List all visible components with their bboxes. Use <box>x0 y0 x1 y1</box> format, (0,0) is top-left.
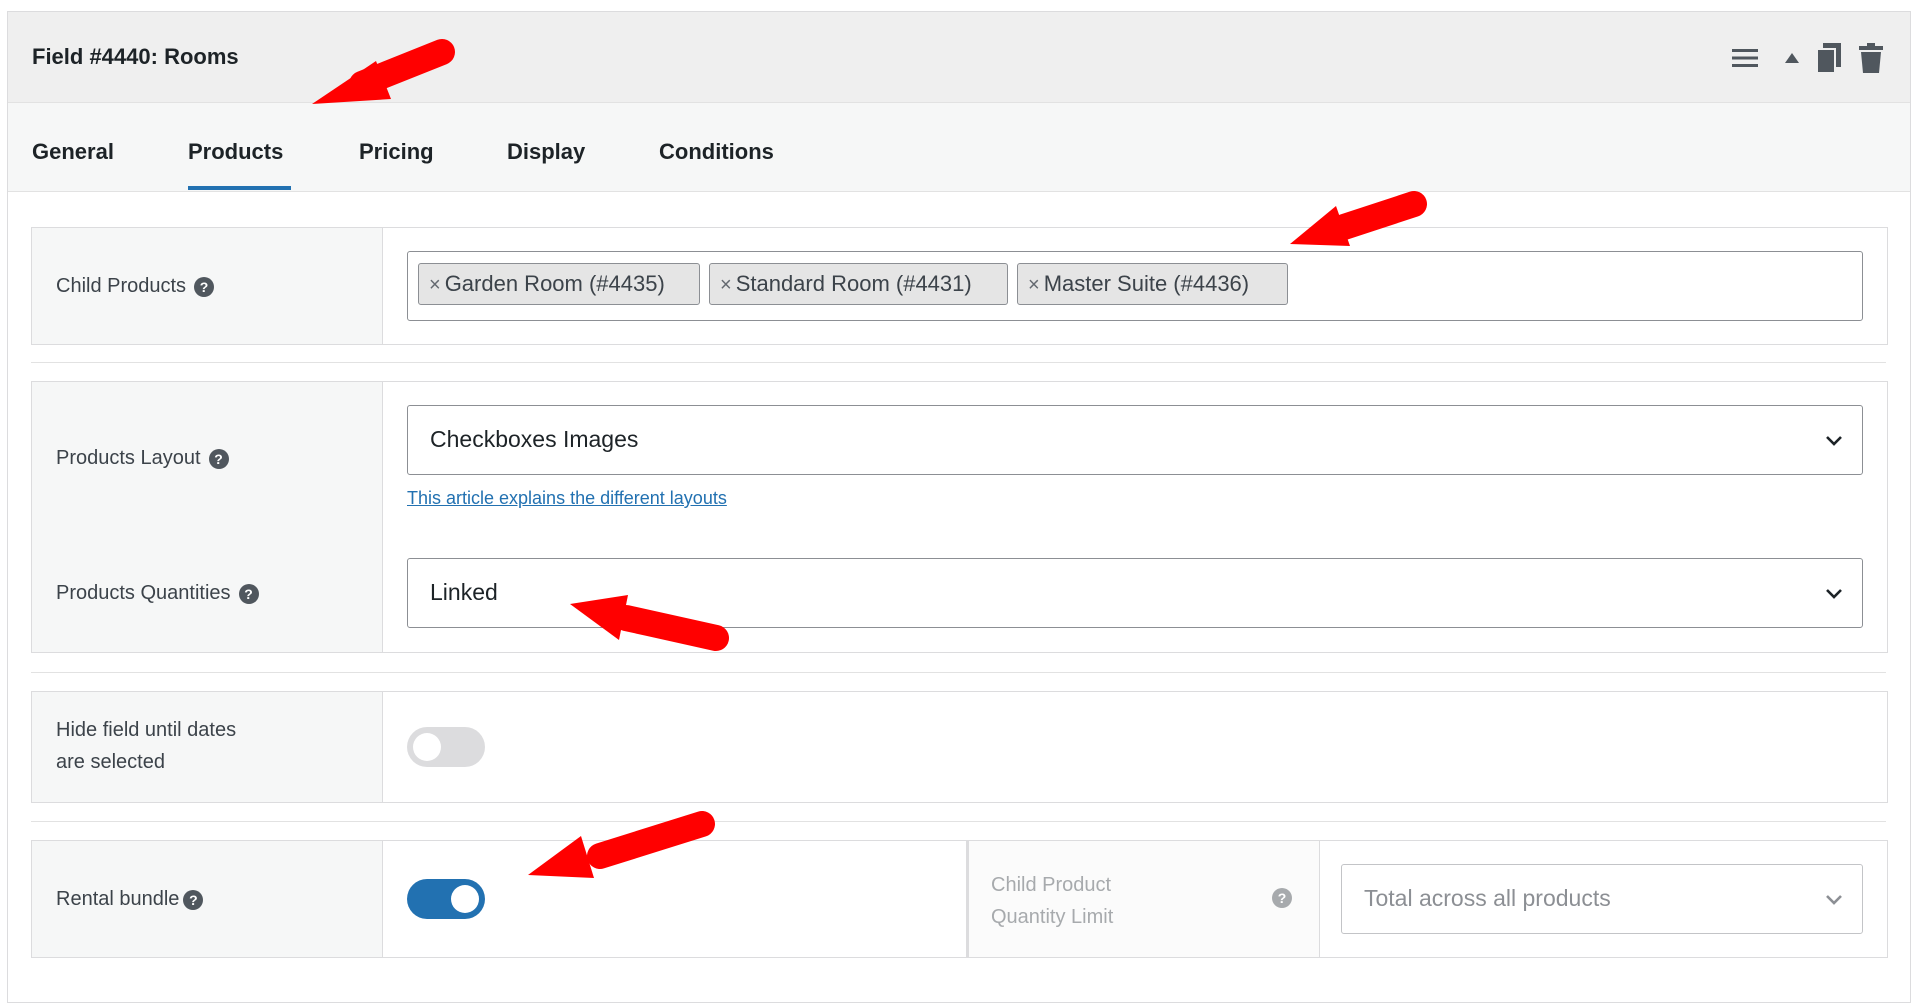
field-panel: Field #4440: Rooms General Products Pric… <box>7 11 1911 1003</box>
hide-field-toggle[interactable] <box>407 727 485 767</box>
help-icon[interactable]: ? <box>238 583 259 604</box>
chevron-down-icon <box>1826 436 1842 446</box>
active-tab-indicator <box>188 186 291 190</box>
chip-remove-icon[interactable]: × <box>720 274 732 296</box>
products-layout-row: Products Layout? Checkboxes Images This … <box>31 381 1888 537</box>
child-products-label-cell: Child Products? <box>32 228 383 344</box>
tab-conditions[interactable]: Conditions <box>659 139 774 165</box>
products-layout-select[interactable]: Checkboxes Images <box>407 405 1863 475</box>
quantity-limit-label-line1: Child Product <box>991 874 1112 896</box>
child-products-label-text: Child Products <box>56 275 187 297</box>
quantity-limit-label: Child Product Quantity Limit <box>991 869 1113 933</box>
products-quantities-value: Linked <box>430 579 498 605</box>
help-icon[interactable]: ? <box>208 448 229 469</box>
products-layout-label: Products Layout? <box>56 442 229 474</box>
products-quantities-label-text: Products Quantities <box>56 582 231 604</box>
products-layout-label-cell: Products Layout? <box>32 382 383 536</box>
chip-remove-icon[interactable]: × <box>1028 274 1040 296</box>
products-quantities-label: Products Quantities? <box>56 577 259 609</box>
chip-label: Master Suite (#4436) <box>1043 271 1250 296</box>
section-divider <box>31 672 1886 673</box>
trash-icon[interactable] <box>1856 42 1886 74</box>
help-icon[interactable]: ? <box>183 889 204 910</box>
toggle-knob <box>451 885 479 913</box>
toggle-knob <box>413 733 441 761</box>
hide-field-label: Hide field until dates are selected <box>56 714 236 778</box>
section-divider <box>31 821 1886 822</box>
quantity-limit-label-cell: Child Product Quantity Limit ? <box>966 841 1320 957</box>
products-layout-label-text: Products Layout <box>56 447 201 469</box>
rental-bundle-label-cell: Rental bundle? <box>32 841 383 957</box>
rental-bundle-toggle[interactable] <box>407 879 485 919</box>
chevron-down-icon <box>1826 589 1842 599</box>
quantity-limit-label-line2: Quantity Limit <box>991 906 1114 928</box>
chip-master-suite: × Master Suite (#4436) <box>1017 263 1288 305</box>
child-products-multiselect[interactable]: × Garden Room (#4435) × Standard Room (#44… <box>407 251 1863 321</box>
quantity-limit-value: Total across all products <box>1364 885 1611 911</box>
section-divider <box>31 362 1886 363</box>
child-products-label: Child Products? <box>56 270 215 302</box>
tab-pricing[interactable]: Pricing <box>359 139 434 165</box>
chip-label: Standard Room (#4431) <box>735 271 972 296</box>
products-quantities-select[interactable]: Linked <box>407 558 1863 628</box>
tab-products[interactable]: Products <box>188 139 283 165</box>
help-icon[interactable]: ? <box>1272 888 1292 908</box>
layouts-help-link[interactable]: This article explains the different layo… <box>407 488 727 509</box>
rental-bundle-label-text: Rental bundle <box>56 888 180 910</box>
chip-garden-room: × Garden Room (#4435) <box>418 263 700 305</box>
products-quantities-row: Products Quantities? Linked <box>31 535 1888 653</box>
rental-bundle-label: Rental bundle? <box>56 883 204 915</box>
chip-standard-room: × Standard Room (#4431) <box>709 263 1008 305</box>
help-icon[interactable]: ? <box>194 276 215 297</box>
stage: Field #4440: Rooms General Products Pric… <box>0 0 1920 1003</box>
products-layout-value: Checkboxes Images <box>430 426 639 452</box>
chip-label: Garden Room (#4435) <box>444 271 665 296</box>
menu-icon[interactable] <box>1730 42 1760 74</box>
products-quantities-label-cell: Products Quantities? <box>32 535 383 652</box>
child-products-row: Child Products? × Garden Room (#4435) × St… <box>31 227 1888 345</box>
caret-up-icon[interactable] <box>1782 42 1802 74</box>
duplicate-icon[interactable] <box>1813 42 1843 74</box>
quantity-limit-select[interactable]: Total across all products <box>1341 864 1863 934</box>
tab-display[interactable]: Display <box>507 139 585 165</box>
tab-general[interactable]: General <box>32 139 114 165</box>
chevron-down-icon <box>1826 895 1842 905</box>
hide-field-label-line1: Hide field until dates <box>56 719 237 741</box>
field-header[interactable]: Field #4440: Rooms <box>8 12 1910 103</box>
rental-bundle-row: Rental bundle? Child Product Quantity Li… <box>31 840 1888 958</box>
tab-bar: General Products Pricing Display Conditi… <box>8 103 1910 192</box>
hide-field-label-cell: Hide field until dates are selected <box>32 692 383 802</box>
chip-remove-icon[interactable]: × <box>429 274 441 296</box>
hide-field-label-line2: are selected <box>56 751 165 773</box>
field-title: Field #4440: Rooms <box>32 44 239 69</box>
hide-field-row: Hide field until dates are selected <box>31 691 1888 803</box>
